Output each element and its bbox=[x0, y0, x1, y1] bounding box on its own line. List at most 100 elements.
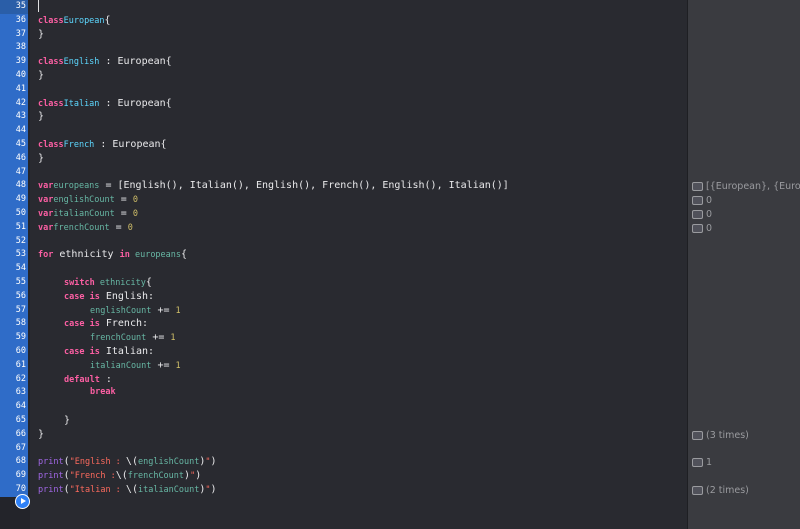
keyword: class bbox=[38, 98, 64, 109]
code-line[interactable]: varitalianCount = 0 bbox=[38, 207, 138, 221]
quicklook-icon[interactable] bbox=[692, 182, 703, 192]
line-number: 46 bbox=[0, 151, 28, 166]
code-line[interactable]: } bbox=[38, 69, 44, 83]
keyword: is bbox=[84, 319, 100, 330]
operator: += bbox=[151, 359, 176, 371]
line-number: 61 bbox=[0, 358, 28, 373]
line-number: 56 bbox=[0, 289, 28, 304]
result-value[interactable]: 0 bbox=[692, 208, 712, 222]
code-line[interactable]: for ethnicity in europeans{ bbox=[38, 248, 187, 262]
code-line[interactable]: classEuropean{ bbox=[38, 14, 111, 28]
type-name: Italian bbox=[63, 98, 100, 109]
line-number: 44 bbox=[0, 124, 28, 138]
code-line[interactable]: } bbox=[38, 428, 44, 442]
number-literal: 1 bbox=[170, 333, 176, 344]
result-value[interactable]: 0 bbox=[692, 222, 712, 236]
quicklook-icon[interactable] bbox=[692, 223, 703, 233]
code-line[interactable]: } bbox=[38, 152, 44, 166]
line-number: 35 bbox=[0, 0, 28, 14]
result-text: 0 bbox=[706, 222, 713, 234]
punctuation: \( bbox=[125, 456, 138, 468]
result-value[interactable]: (2 times) bbox=[692, 484, 749, 498]
number-literal: 1 bbox=[175, 360, 181, 371]
code-line[interactable]: break bbox=[90, 386, 116, 400]
code-line[interactable]: } bbox=[38, 28, 44, 42]
code-text: : European{ bbox=[99, 56, 172, 68]
operator: = bbox=[114, 194, 133, 206]
code-line[interactable]: print("French :\(frenchCount)") bbox=[38, 469, 201, 483]
line-number: 37 bbox=[0, 27, 28, 42]
code-line[interactable]: } bbox=[64, 414, 70, 428]
identifier: englishCount bbox=[53, 195, 115, 206]
keyword: class bbox=[38, 15, 64, 26]
code-line[interactable]: englishCount += 1 bbox=[90, 304, 181, 318]
code-text: : European{ bbox=[94, 139, 167, 150]
quicklook-icon[interactable] bbox=[692, 430, 703, 440]
code-line[interactable]: case is English: bbox=[64, 290, 154, 304]
line-number: 48 bbox=[0, 179, 28, 194]
identifier: ethnicity bbox=[94, 278, 146, 288]
code-line[interactable]: frenchCount += 1 bbox=[90, 331, 176, 345]
result-value[interactable]: [{European}, {Euro... bbox=[692, 180, 800, 194]
code-line[interactable]: case is Italian: bbox=[64, 345, 154, 359]
line-number: 40 bbox=[0, 69, 28, 83]
code-text: : European{ bbox=[99, 97, 172, 109]
line-number: 59 bbox=[0, 331, 28, 345]
quicklook-icon[interactable] bbox=[692, 210, 703, 219]
code-line[interactable]: case is French: bbox=[64, 317, 148, 331]
keyword: in bbox=[119, 250, 130, 261]
run-play-icon[interactable] bbox=[15, 494, 30, 509]
string-literal: "French : bbox=[69, 471, 116, 482]
line-number: 50 bbox=[0, 207, 28, 221]
line-number-gutter: 35 36 37 38 39 40 41 42 43 44 45 46 47 48 49 50 51 52 53 54… bbox=[0, 0, 30, 529]
keyword: class bbox=[38, 57, 64, 68]
code-line[interactable]: classItalian : European{ bbox=[38, 97, 172, 111]
result-value[interactable]: 1 bbox=[692, 456, 712, 470]
line-number: 38 bbox=[0, 41, 28, 56]
identifier: ethnicity bbox=[53, 249, 120, 261]
result-text: 0 bbox=[706, 209, 713, 220]
line-number: 68 bbox=[0, 455, 28, 470]
result-value[interactable]: 0 bbox=[692, 194, 712, 208]
code-editor[interactable]: classEuropean{} classEnglish : European{}… bbox=[30, 0, 686, 529]
code-text: { bbox=[104, 14, 111, 26]
code-line[interactable]: } bbox=[38, 110, 44, 124]
keyword: var bbox=[38, 195, 54, 206]
line-number: 51 bbox=[0, 220, 28, 235]
code-line[interactable]: classFrench : European{ bbox=[38, 138, 167, 152]
quicklook-icon[interactable] bbox=[692, 196, 703, 206]
line-number: 42 bbox=[0, 96, 28, 111]
function-name: print bbox=[38, 485, 64, 495]
code-line[interactable]: switch ethnicity{ bbox=[64, 276, 152, 290]
quicklook-icon[interactable] bbox=[692, 486, 703, 495]
punctuation: ) bbox=[210, 456, 217, 468]
line-number: 63 bbox=[0, 386, 28, 401]
line-number: 64 bbox=[0, 400, 28, 414]
identifier: frenchCount bbox=[90, 333, 147, 344]
code-line[interactable]: varfrenchCount = 0 bbox=[38, 221, 133, 235]
code-line[interactable]: print("English : \(englishCount)") bbox=[38, 455, 217, 469]
line-number: 45 bbox=[0, 138, 28, 152]
code-line[interactable]: classEnglish : European{ bbox=[38, 55, 172, 69]
code-line[interactable]: italianCount += 1 bbox=[90, 359, 181, 373]
keyword: var bbox=[38, 181, 54, 192]
code-brace: } bbox=[38, 111, 45, 123]
line-number: 65 bbox=[0, 414, 28, 428]
line-number: 49 bbox=[0, 193, 28, 207]
code-line[interactable]: default : bbox=[64, 373, 112, 387]
text-cursor bbox=[38, 0, 39, 14]
code-text: = [English(), Italian(), English(), Fren… bbox=[99, 180, 509, 192]
keyword: case bbox=[64, 347, 85, 357]
operator: = bbox=[114, 208, 133, 219]
result-value[interactable]: (3 times) bbox=[692, 429, 749, 443]
code-line[interactable]: vareuropeans = [English(), Italian(), En… bbox=[38, 179, 509, 193]
quicklook-icon[interactable] bbox=[692, 458, 703, 468]
line-number: 53 bbox=[0, 248, 28, 263]
line-number: 62 bbox=[0, 372, 28, 387]
code-line[interactable]: varenglishCount = 0 bbox=[38, 193, 138, 207]
string-literal: "English : bbox=[69, 457, 126, 468]
identifier: italianCount bbox=[137, 485, 200, 495]
line-number: 60 bbox=[0, 345, 28, 359]
code-text: { bbox=[145, 277, 152, 288]
code-line[interactable]: print("Italian : \(italianCount)") bbox=[38, 483, 217, 497]
